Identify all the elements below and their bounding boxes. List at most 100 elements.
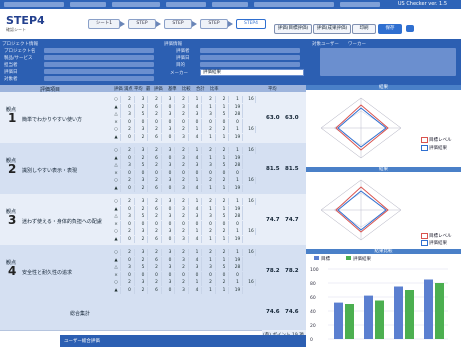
table-cell[interactable]: 4 bbox=[193, 205, 202, 213]
table-cell[interactable]: 1 bbox=[220, 133, 229, 141]
table-cell[interactable]: 2 bbox=[153, 111, 162, 118]
table-cell[interactable]: 5 bbox=[139, 111, 148, 118]
table-cell[interactable]: 1 bbox=[207, 154, 216, 162]
table-cell[interactable]: 2 bbox=[126, 126, 135, 133]
table-cell[interactable]: 0 bbox=[126, 154, 135, 162]
table-cell[interactable]: 0 bbox=[126, 205, 135, 213]
table-cell[interactable]: 4 bbox=[193, 286, 202, 294]
nav-step-2[interactable]: STEP bbox=[164, 19, 192, 29]
table-cell[interactable]: 2 bbox=[220, 249, 229, 256]
maker-field[interactable]: 評価結果 bbox=[200, 69, 304, 76]
table-cell[interactable]: 2 bbox=[180, 147, 189, 154]
table-cell[interactable]: 2 bbox=[220, 126, 229, 133]
table-cell[interactable]: 5 bbox=[220, 213, 229, 220]
table-cell[interactable]: 0 bbox=[166, 220, 175, 228]
table-cell[interactable]: 1 bbox=[234, 279, 243, 286]
table-cell[interactable]: 3 bbox=[139, 249, 148, 256]
table-cell[interactable]: 0 bbox=[126, 118, 135, 126]
table-cell[interactable]: 2 bbox=[139, 103, 148, 111]
table-cell[interactable]: 2 bbox=[180, 126, 189, 133]
table-cell[interactable]: 16 bbox=[247, 279, 256, 286]
table-cell[interactable]: 2 bbox=[220, 177, 229, 184]
eval-field-input[interactable] bbox=[200, 62, 300, 67]
table-cell[interactable]: 3 bbox=[207, 264, 216, 271]
table-cell[interactable]: 0 bbox=[166, 256, 175, 264]
nav-step-sheet1[interactable]: シート1 bbox=[88, 19, 120, 29]
table-cell[interactable]: 4 bbox=[193, 154, 202, 162]
table-cell[interactable]: 2 bbox=[153, 177, 162, 184]
table-cell[interactable]: 1 bbox=[193, 126, 202, 133]
table-cell[interactable]: 2 bbox=[139, 256, 148, 264]
save-button[interactable]: 保存 bbox=[378, 24, 402, 34]
table-cell[interactable]: 2 bbox=[153, 147, 162, 154]
table-cell[interactable]: 1 bbox=[234, 249, 243, 256]
table-cell[interactable]: 2 bbox=[153, 198, 162, 205]
table-cell[interactable]: 0 bbox=[166, 184, 175, 192]
table-cell[interactable]: 3 bbox=[207, 213, 216, 220]
table-cell[interactable]: 1 bbox=[234, 126, 243, 133]
target-user-notes[interactable] bbox=[320, 48, 456, 76]
table-cell[interactable]: 0 bbox=[166, 286, 175, 294]
table-cell[interactable]: 1 bbox=[207, 205, 216, 213]
table-cell[interactable]: 1 bbox=[220, 154, 229, 162]
table-cell[interactable]: 0 bbox=[166, 205, 175, 213]
table-cell[interactable]: 16 bbox=[247, 96, 256, 103]
table-cell[interactable]: 1 bbox=[220, 235, 229, 243]
table-cell[interactable]: 0 bbox=[166, 133, 175, 141]
table-cell[interactable]: 1 bbox=[220, 184, 229, 192]
table-cell[interactable]: 0 bbox=[166, 235, 175, 243]
table-cell[interactable]: 3 bbox=[180, 133, 189, 141]
project-field-input[interactable] bbox=[44, 62, 154, 67]
table-cell[interactable]: 1 bbox=[207, 184, 216, 192]
table-cell[interactable]: 5 bbox=[220, 162, 229, 169]
table-cell[interactable]: 2 bbox=[180, 162, 189, 169]
table-cell[interactable]: 0 bbox=[126, 256, 135, 264]
help-icon[interactable] bbox=[406, 25, 414, 32]
table-cell[interactable]: 6 bbox=[153, 154, 162, 162]
table-cell[interactable]: 2 bbox=[153, 162, 162, 169]
table-cell[interactable]: 2 bbox=[139, 133, 148, 141]
table-cell[interactable]: 0 bbox=[166, 271, 175, 279]
table-cell[interactable]: 0 bbox=[207, 220, 216, 228]
table-cell[interactable]: 1 bbox=[193, 96, 202, 103]
table-cell[interactable]: 16 bbox=[247, 249, 256, 256]
table-cell[interactable]: 3 bbox=[139, 147, 148, 154]
table-cell[interactable]: 16 bbox=[247, 147, 256, 154]
table-cell[interactable]: 1 bbox=[207, 103, 216, 111]
table-cell[interactable]: 0 bbox=[153, 220, 162, 228]
table-cell[interactable]: 2 bbox=[220, 147, 229, 154]
table-cell[interactable]: 3 bbox=[180, 205, 189, 213]
table-cell[interactable]: 16 bbox=[247, 198, 256, 205]
table-cell[interactable]: 0 bbox=[126, 220, 135, 228]
table-cell[interactable]: 3 bbox=[126, 264, 135, 271]
table-cell[interactable]: 19 bbox=[234, 205, 243, 213]
table-cell[interactable]: 5 bbox=[139, 264, 148, 271]
table-cell[interactable]: 2 bbox=[126, 198, 135, 205]
table-cell[interactable]: 19 bbox=[234, 103, 243, 111]
table-cell[interactable]: 3 bbox=[180, 184, 189, 192]
table-cell[interactable]: 19 bbox=[234, 154, 243, 162]
table-cell[interactable]: 2 bbox=[153, 249, 162, 256]
table-cell[interactable]: 19 bbox=[234, 235, 243, 243]
table-cell[interactable]: 0 bbox=[180, 220, 189, 228]
target-eval-button[interactable]: 評価(目標評価) bbox=[274, 24, 312, 34]
table-cell[interactable]: 3 bbox=[207, 111, 216, 118]
table-cell[interactable]: 0 bbox=[220, 118, 229, 126]
table-cell[interactable]: 19 bbox=[234, 184, 243, 192]
table-cell[interactable]: 4 bbox=[193, 103, 202, 111]
table-cell[interactable]: 28 bbox=[234, 162, 243, 169]
table-cell[interactable]: 0 bbox=[180, 118, 189, 126]
table-cell[interactable]: 28 bbox=[234, 111, 243, 118]
table-cell[interactable]: 3 bbox=[166, 126, 175, 133]
table-cell[interactable]: 0 bbox=[193, 271, 202, 279]
table-cell[interactable]: 0 bbox=[166, 154, 175, 162]
table-cell[interactable]: 2 bbox=[153, 126, 162, 133]
table-cell[interactable]: 4 bbox=[193, 184, 202, 192]
table-cell[interactable]: 3 bbox=[193, 264, 202, 271]
table-cell[interactable]: 2 bbox=[207, 228, 216, 235]
table-cell[interactable]: 2 bbox=[207, 126, 216, 133]
table-cell[interactable]: 0 bbox=[153, 118, 162, 126]
table-cell[interactable]: 3 bbox=[166, 96, 175, 103]
project-field-input[interactable] bbox=[44, 76, 154, 81]
table-cell[interactable]: 2 bbox=[180, 279, 189, 286]
